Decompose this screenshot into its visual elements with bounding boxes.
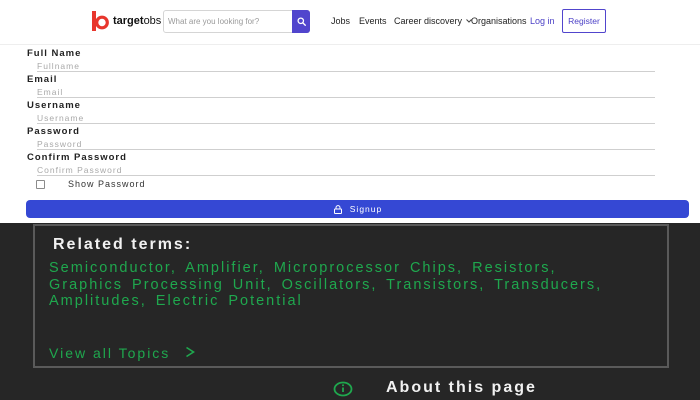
view-all-topics-label: View all Topics: [49, 345, 171, 361]
login-link[interactable]: Log in: [530, 16, 555, 27]
site-header: targetobs Jobs Events Career discovery O…: [0, 0, 700, 45]
password-field[interactable]: [37, 138, 655, 150]
signup-form: Full Name Email Username Password Confir…: [0, 45, 700, 223]
related-section: Related terms: Semiconductor, Amplifier,…: [0, 223, 700, 400]
email-label: Email: [27, 74, 58, 85]
signup-label: Signup: [349, 204, 383, 214]
confirm-password-field[interactable]: [37, 164, 655, 176]
site-logo[interactable]: targetobs: [92, 10, 161, 32]
show-password-label[interactable]: Show Password: [68, 179, 146, 189]
confirm-password-label: Confirm Password: [27, 152, 127, 163]
search-bar: [163, 10, 310, 33]
email-field[interactable]: [37, 86, 655, 98]
related-terms-title: Related terms:: [53, 236, 193, 253]
signup-button[interactable]: Signup: [26, 200, 689, 218]
chevron-right-icon: [186, 346, 196, 358]
search-button[interactable]: [292, 10, 310, 33]
username-field[interactable]: [37, 112, 655, 124]
related-terms-box: Related terms: Semiconductor, Amplifier,…: [33, 224, 669, 368]
nav-events[interactable]: Events: [359, 16, 387, 27]
full-name-field[interactable]: [37, 60, 655, 72]
logo-suffix: obs: [143, 15, 162, 27]
view-all-topics-link[interactable]: View all Topics: [49, 345, 196, 361]
search-input[interactable]: [164, 11, 292, 32]
username-label: Username: [27, 100, 81, 111]
nav-career-discovery[interactable]: Career discovery: [394, 16, 472, 27]
related-terms-links[interactable]: Semiconductor, Amplifier, Microprocessor…: [49, 260, 624, 310]
nav-career-discovery-label: Career discovery: [394, 16, 463, 26]
logo-brand: target: [113, 15, 144, 27]
register-button[interactable]: Register: [562, 9, 606, 33]
password-label: Password: [27, 126, 80, 137]
nav-organisations[interactable]: Organisations: [471, 16, 527, 27]
lock-icon: [333, 204, 342, 214]
full-name-label: Full Name: [27, 48, 82, 59]
info-icon: [333, 381, 353, 397]
nav-jobs[interactable]: Jobs: [331, 16, 350, 27]
logo-text: targetobs: [113, 15, 161, 27]
search-icon: [296, 17, 306, 26]
about-this-page-label: About this page: [386, 379, 537, 396]
show-password-checkbox[interactable]: [36, 180, 45, 189]
logo-mark-icon: [92, 11, 109, 31]
